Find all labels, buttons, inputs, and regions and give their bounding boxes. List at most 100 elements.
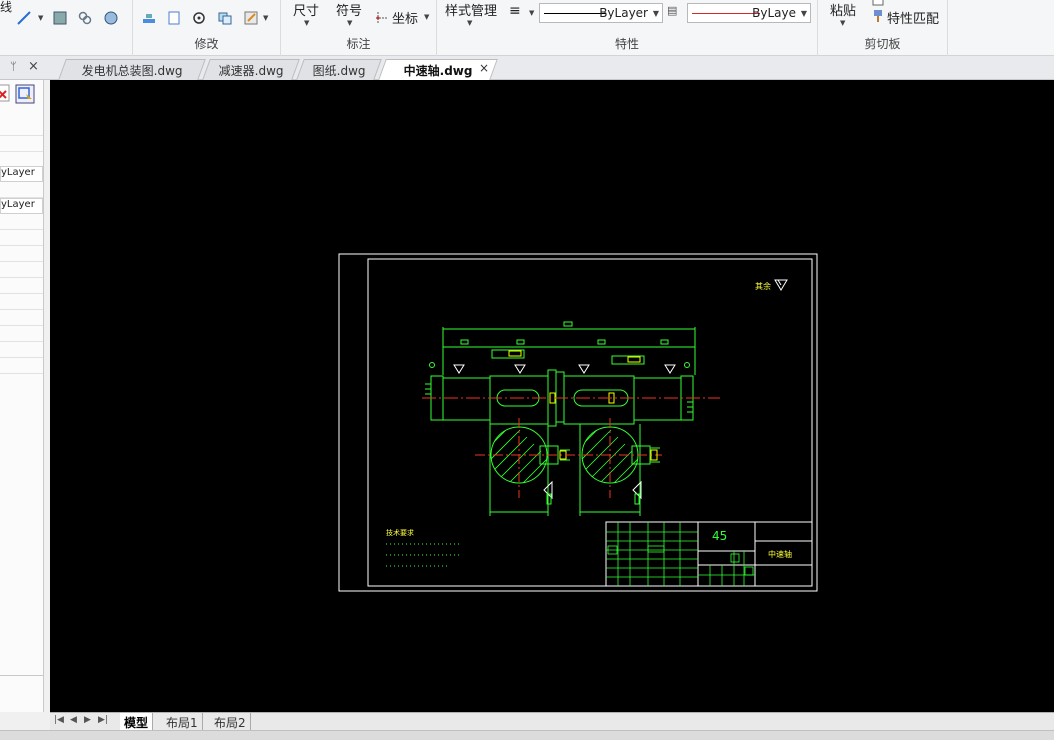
properties-group-label: 特性 (614, 37, 639, 51)
property-row[interactable] (0, 182, 43, 198)
linetype-dropdown-icon: ▼ (652, 9, 659, 18)
title-block-material: 45 (712, 529, 727, 543)
paste-button[interactable]: 粘贴 (830, 0, 856, 19)
first-layout-icon[interactable]: |◀ (54, 715, 64, 725)
file-tab-label: 中速轴.dwg (403, 64, 473, 78)
file-tab-label: 减速器.dwg (218, 64, 284, 78)
file-tab-label: 发电机总装图.dwg (81, 64, 183, 78)
sheet-inner-border (367, 258, 813, 587)
property-row[interactable] (0, 326, 43, 342)
draw-group: 线 ▼ (0, 0, 133, 56)
property-row[interactable] (0, 230, 43, 246)
paste-dropdown-icon[interactable]: ▼ (840, 19, 845, 27)
property-row[interactable] (0, 278, 43, 294)
dimension-dropdown-icon[interactable]: ▼ (304, 19, 309, 27)
symbol-dropdown-icon[interactable]: ▼ (347, 19, 352, 27)
rotate-tool-icon[interactable] (191, 10, 207, 26)
style-manager-button[interactable]: 样式管理 (445, 0, 497, 19)
delete-object-icon[interactable] (0, 84, 10, 102)
coordinate-icon[interactable] (374, 10, 390, 26)
color-value: ByLaye (752, 6, 796, 20)
pin-icon[interactable]: ᛘ (10, 60, 17, 73)
draw-partial-label: 线 (0, 0, 13, 14)
drawing-canvas[interactable]: 其余 技术要求 45 中速轴 (50, 80, 1054, 712)
last-layout-icon[interactable]: ▶| (98, 715, 108, 725)
lineweight-dropdown-icon[interactable]: ▼ (529, 9, 534, 17)
color-preview (692, 13, 760, 14)
dimension-button[interactable]: 尺寸 (293, 0, 319, 19)
coordinate-dropdown-icon[interactable]: ▼ (424, 13, 429, 21)
annotate-group-label: 标注 (346, 37, 371, 51)
linetype-value: ByLayer (599, 6, 648, 20)
linetype-combo[interactable]: ByLayer ▼ (539, 3, 663, 23)
properties-panel: yLayer yLayer (0, 80, 44, 712)
roughness-symbol-icon (774, 279, 788, 291)
next-layout-icon[interactable]: ▶ (84, 715, 91, 725)
property-value: yLayer (1, 199, 35, 210)
property-row[interactable] (0, 342, 43, 358)
modify-dropdown-icon[interactable]: ▼ (263, 14, 268, 22)
file-tab-label: 图纸.dwg (312, 64, 366, 78)
layout-tab-layout2[interactable]: 布局2 (210, 713, 251, 730)
title-block-part-name: 中速轴 (768, 549, 792, 559)
requirements-lines (386, 543, 462, 567)
layout-tab-model[interactable]: 模型 (120, 713, 154, 730)
properties-group: 样式管理 ▼ ≡ ▼ ByLayer ▼ ▤ ByLaye ▼ 特性 (437, 0, 818, 56)
symbol-button[interactable]: 符号 (336, 0, 362, 19)
edit-tool-icon[interactable] (243, 10, 259, 26)
cad-application-window: 线 ▼ ▼ 修改 尺寸 ▼ 符号 ▼ 坐标 ▼ 标注 样式管理 ▼ ≡ ▼ By… (0, 0, 1054, 740)
property-row[interactable] (0, 262, 43, 278)
panel-divider (0, 675, 43, 676)
file-tab-bar: ᛘ × 发电机总装图.dwg 减速器.dwg 图纸.dwg 中速轴.dwg × (0, 56, 1054, 80)
layout-tab-bar: |◀ ◀ ▶ ▶| 模型 布局1 布局2 (50, 712, 1054, 730)
clipboard-group-label: 剪切板 (864, 37, 901, 51)
requirements-title: 技术要求 (386, 528, 414, 537)
region-tool-icon[interactable] (103, 10, 119, 26)
section-view-2 (565, 418, 662, 516)
panel-close-icon[interactable]: × (28, 59, 39, 74)
style-manager-dropdown-icon[interactable]: ▼ (467, 19, 472, 27)
property-row[interactable] (0, 136, 43, 152)
annotate-group: 尺寸 ▼ 符号 ▼ 坐标 ▼ 标注 (281, 0, 437, 56)
property-value: yLayer (1, 167, 35, 178)
linetype-preview (544, 13, 606, 14)
property-row[interactable] (0, 246, 43, 262)
property-row[interactable] (0, 310, 43, 326)
layout-tab-layout1[interactable]: 布局1 (162, 713, 203, 730)
linestyle-icon[interactable]: ▤ (667, 4, 677, 17)
align-tool-icon[interactable] (141, 10, 157, 26)
cad-drawing: 其余 技术要求 45 中速轴 (338, 253, 818, 592)
property-row[interactable] (0, 214, 43, 230)
hatch-tool-icon[interactable] (52, 10, 68, 26)
property-row[interactable] (0, 294, 43, 310)
property-row-linetype[interactable]: yLayer (0, 198, 43, 214)
file-tab-generator-assembly[interactable]: 发电机总装图.dwg (58, 59, 206, 80)
property-row[interactable] (0, 120, 43, 136)
page-tool-icon[interactable] (166, 10, 182, 26)
file-tab-drawing[interactable]: 图纸.dwg (296, 59, 382, 80)
quick-select-icon[interactable] (15, 84, 35, 104)
property-row-layer[interactable]: yLayer (0, 166, 43, 182)
ribbon: 线 ▼ ▼ 修改 尺寸 ▼ 符号 ▼ 坐标 ▼ 标注 样式管理 ▼ ≡ ▼ By… (0, 0, 1054, 56)
sheet-outer-border (338, 253, 818, 592)
match-properties-button[interactable]: 特性匹配 (887, 8, 939, 27)
line-dropdown-icon[interactable]: ▼ (38, 14, 43, 22)
color-dropdown-icon: ▼ (800, 9, 807, 18)
copy-tool-icon[interactable] (217, 10, 233, 26)
color-combo[interactable]: ByLaye ▼ (687, 3, 811, 23)
line-tool-icon[interactable] (16, 10, 32, 26)
prev-layout-icon[interactable]: ◀ (70, 715, 77, 725)
copy-clip-icon[interactable] (870, 0, 886, 8)
lineweight-icon[interactable]: ≡ (509, 3, 521, 19)
active-tab-close-icon[interactable]: × (479, 61, 489, 75)
file-tab-reducer[interactable]: 减速器.dwg (202, 59, 300, 80)
property-row[interactable] (0, 358, 43, 374)
clipboard-group: 粘贴 ▼ 特性匹配 剪切板 (818, 0, 948, 56)
cloud-tool-icon[interactable] (77, 10, 93, 26)
roughness-note-text: 其余 (755, 281, 771, 291)
title-block-grid (606, 522, 755, 586)
modify-group: ▼ 修改 (133, 0, 281, 56)
coordinate-button[interactable]: 坐标 (392, 8, 418, 27)
section-view-1 (475, 418, 570, 516)
match-properties-icon[interactable] (870, 8, 886, 24)
